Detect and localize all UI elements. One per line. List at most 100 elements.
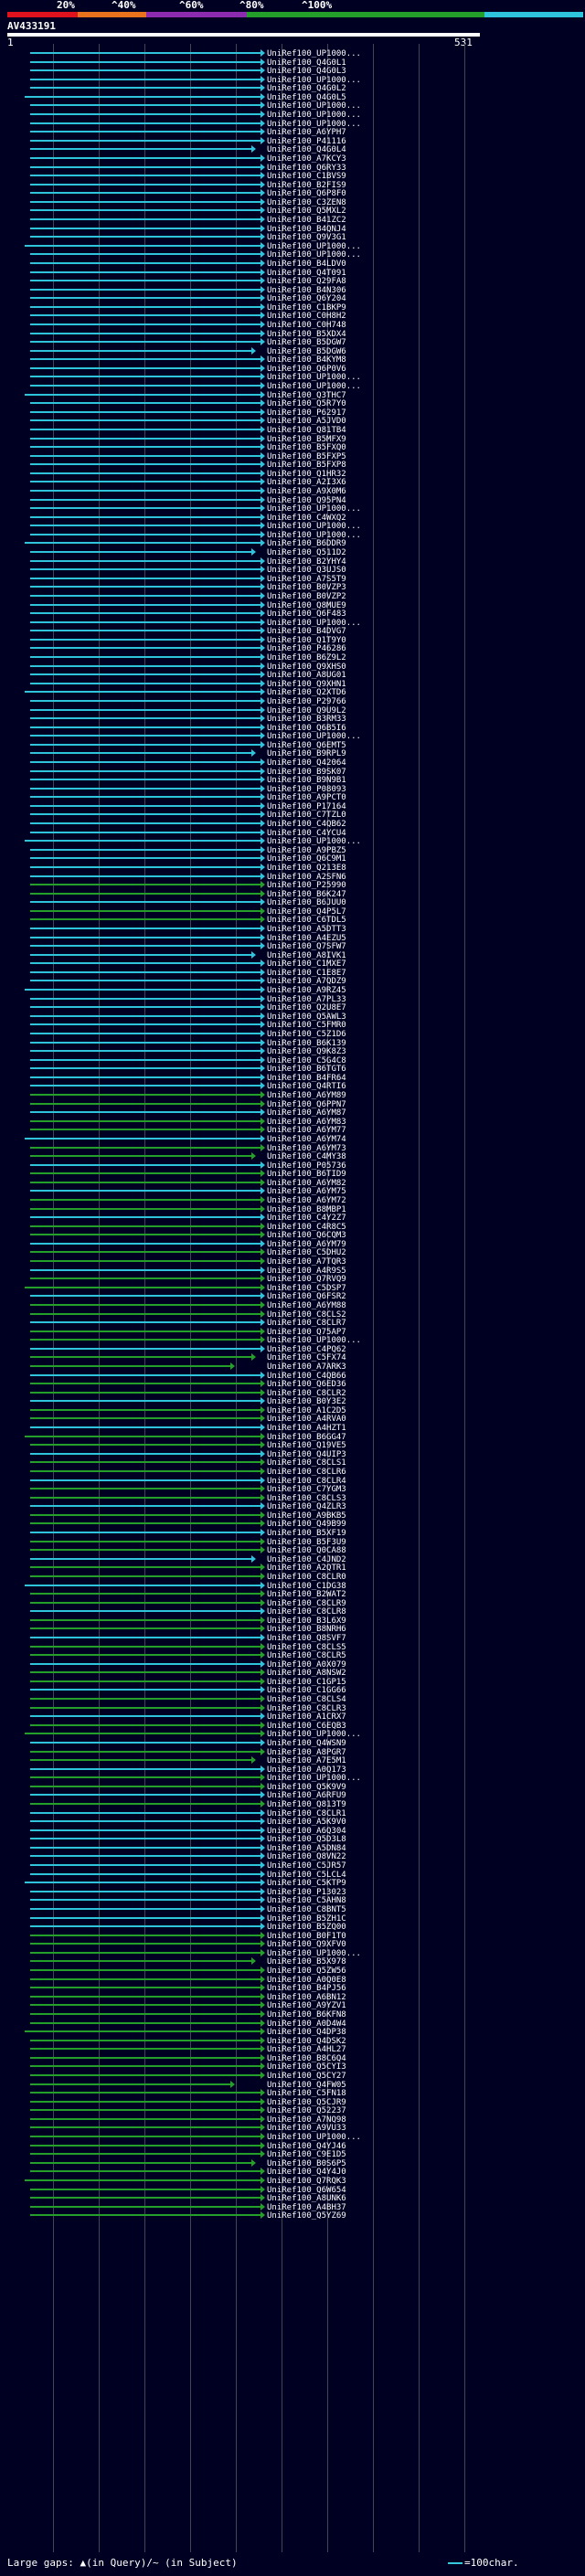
hit-line[interactable] [30, 1951, 261, 1954]
hit-label[interactable]: UniRef100_Q4RTI6 [267, 1082, 346, 1091]
hit-label[interactable]: UniRef100_B4LDV0 [267, 260, 346, 269]
hit-line[interactable] [30, 673, 261, 676]
hit-line[interactable] [30, 87, 261, 90]
hit-line[interactable] [30, 1163, 261, 1166]
hit-line[interactable] [30, 752, 251, 755]
hit-line[interactable] [30, 165, 261, 168]
hit-line[interactable] [30, 787, 261, 790]
hit-label[interactable]: UniRef100_Q5CYI3 [267, 2062, 346, 2072]
hit-line[interactable] [30, 148, 251, 151]
hit-label[interactable]: UniRef100_B4N306 [267, 286, 346, 295]
hit-line[interactable] [30, 1408, 261, 1411]
hit-line[interactable] [30, 1934, 261, 1936]
hit-line[interactable] [30, 104, 261, 107]
hit-line[interactable] [30, 2056, 261, 2059]
hit-line[interactable] [30, 2012, 261, 2015]
hit-line[interactable] [30, 1426, 261, 1429]
hit-line[interactable] [30, 490, 261, 492]
hit-line[interactable] [30, 630, 261, 632]
hit-label[interactable]: UniRef100_Q7RQK3 [267, 2177, 346, 2186]
hit-line[interactable] [30, 1943, 261, 1945]
hit-label[interactable]: UniRef100_Q9K8Z3 [267, 1047, 346, 1056]
hit-line[interactable] [30, 349, 251, 352]
hit-line[interactable] [30, 1593, 261, 1595]
hit-label[interactable]: UniRef100_B4PJ56 [267, 1984, 346, 1993]
hit-label[interactable]: UniRef100_A7S5T9 [267, 575, 346, 584]
hit-label[interactable]: UniRef100_B9RPL9 [267, 749, 346, 758]
hit-line[interactable] [25, 691, 261, 694]
hit-label[interactable]: UniRef100_B4FR64 [267, 1074, 346, 1083]
hit-label[interactable]: UniRef100_Q4G0L1 [267, 58, 346, 68]
hit-label[interactable]: UniRef100_Q4G0L5 [267, 93, 346, 102]
hit-label[interactable]: UniRef100_Q81TB4 [267, 426, 346, 435]
hit-line[interactable] [30, 1190, 261, 1193]
hit-line[interactable] [30, 139, 261, 142]
hit-line[interactable] [30, 1006, 261, 1009]
hit-line[interactable] [30, 1469, 261, 1472]
hit-line[interactable] [30, 1601, 261, 1604]
hit-line[interactable] [30, 865, 261, 868]
hit-line[interactable] [30, 980, 261, 982]
hit-label[interactable]: UniRef100_C8CLR0 [267, 1573, 346, 1582]
hit-label[interactable]: UniRef100_Q1HR32 [267, 470, 346, 479]
hit-line[interactable] [30, 288, 261, 291]
hit-label[interactable]: UniRef100_Q4YJ46 [267, 2142, 346, 2151]
hit-label[interactable]: UniRef100_Q19VE5 [267, 1441, 346, 1450]
hit-label[interactable]: UniRef100_Q6PPN7 [267, 1100, 346, 1109]
hit-label[interactable]: UniRef100_A6YM77 [267, 1126, 346, 1135]
hit-line[interactable] [30, 192, 261, 195]
hit-label[interactable]: UniRef100_A9X0M6 [267, 487, 346, 496]
hit-line[interactable] [30, 717, 261, 720]
hit-label[interactable]: UniRef100_C5FX74 [267, 1353, 346, 1362]
hit-label[interactable]: UniRef100_P08093 [267, 785, 346, 794]
hit-label[interactable]: UniRef100_A7NQ98 [267, 2115, 346, 2125]
hit-line[interactable] [30, 1050, 261, 1053]
hit-line[interactable] [30, 735, 261, 737]
hit-line[interactable] [30, 1058, 261, 1061]
hit-label[interactable]: UniRef100_C9E1D5 [267, 2150, 346, 2159]
hit-label[interactable]: UniRef100_Q4G0L3 [267, 67, 346, 76]
hit-label[interactable]: UniRef100_B6TID9 [267, 1170, 346, 1179]
hit-line[interactable] [30, 437, 261, 440]
hit-label[interactable]: UniRef100_C4R8C5 [267, 1223, 346, 1232]
hit-label[interactable]: UniRef100_A6YM73 [267, 1144, 346, 1153]
hit-label[interactable]: UniRef100_Q6ED36 [267, 1380, 346, 1389]
hit-line[interactable] [30, 305, 261, 308]
hit-line[interactable] [30, 156, 261, 159]
hit-line[interactable] [30, 1759, 251, 1762]
hit-label[interactable]: UniRef100_P41116 [267, 137, 346, 146]
hit-line[interactable] [30, 2136, 261, 2138]
hit-label[interactable]: UniRef100_B6K139 [267, 1039, 346, 1048]
hit-label[interactable]: UniRef100_Q8MUE9 [267, 601, 346, 610]
hit-line[interactable] [30, 341, 261, 344]
hit-label[interactable]: UniRef100_Q5CJR9 [267, 2098, 346, 2107]
hit-label[interactable]: UniRef100_A0X079 [267, 1660, 346, 1670]
hit-line[interactable] [30, 481, 261, 483]
hit-label[interactable]: UniRef100_Q9XHS0 [267, 663, 346, 672]
hit-line[interactable] [30, 1295, 261, 1298]
hit-label[interactable]: UniRef100_C8CLS3 [267, 1494, 346, 1503]
hit-line[interactable] [30, 928, 261, 929]
hit-line[interactable] [30, 568, 261, 571]
hit-line[interactable] [30, 2065, 261, 2068]
hit-label[interactable]: UniRef100_A4R9S5 [267, 1267, 346, 1276]
hit-line[interactable] [30, 175, 261, 177]
hit-label[interactable]: UniRef100_UP1000... [267, 2133, 361, 2142]
hit-line[interactable] [30, 507, 261, 510]
hit-label[interactable]: UniRef100_UP1000... [267, 504, 361, 514]
hit-label[interactable]: UniRef100_Q4G0L4 [267, 145, 346, 154]
hit-line[interactable] [30, 1198, 261, 1201]
hit-line[interactable] [30, 804, 261, 807]
hit-line[interactable] [30, 1750, 261, 1753]
hit-label[interactable]: UniRef100_A7PL33 [267, 995, 346, 1004]
hit-label[interactable]: UniRef100_Q5D3L8 [267, 1835, 346, 1844]
hit-line[interactable] [30, 1618, 261, 1621]
hit-line[interactable] [30, 1838, 261, 1840]
hit-label[interactable]: UniRef100_C1BKP9 [267, 303, 346, 313]
hit-line[interactable] [30, 1610, 261, 1613]
hit-label[interactable]: UniRef100_Q3UJS0 [267, 566, 346, 575]
hit-label[interactable]: UniRef100_C8CLR3 [267, 1704, 346, 1713]
hit-line[interactable] [30, 446, 261, 449]
hit-line[interactable] [30, 236, 261, 239]
hit-line[interactable] [30, 1540, 261, 1542]
